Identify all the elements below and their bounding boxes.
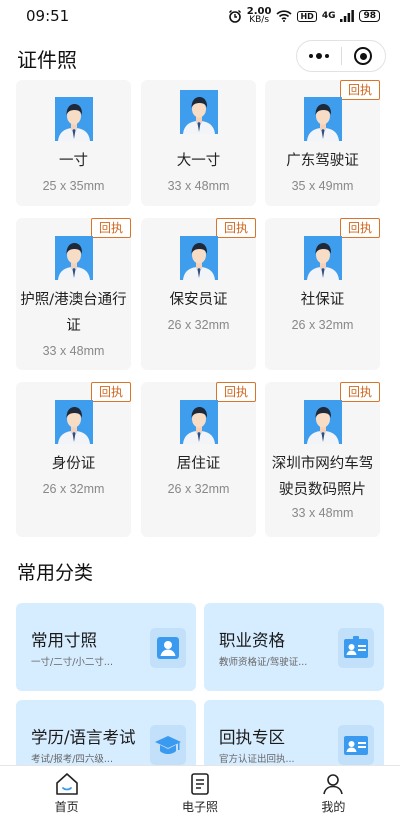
user-icon	[323, 774, 344, 795]
photo-name: 一寸	[59, 153, 88, 169]
document-icon	[191, 773, 209, 795]
receipt-badge: 回执	[340, 80, 380, 100]
category-subtitle: 官方认证出回执...	[219, 754, 295, 765]
photo-name-line1: 深圳市网约车驾	[271, 456, 374, 472]
portrait-thumbnail	[179, 236, 218, 280]
photo-name-line1: 护照/港澳台通行	[20, 292, 127, 308]
photo-name: 居住证	[176, 456, 221, 472]
close-target-icon	[354, 47, 373, 65]
alarm-icon	[228, 10, 241, 23]
status-time: 09:51	[26, 7, 70, 25]
receipt-badge: 回执	[340, 382, 380, 402]
id-card-icon	[338, 628, 374, 668]
photo-card[interactable]: 回执 深圳市网约车驾 驶员数码照片 33 x 48mm	[265, 382, 380, 537]
tab-mine[interactable]: 我的	[267, 766, 400, 820]
portrait-thumbnail	[179, 400, 218, 444]
wifi-icon	[276, 10, 293, 22]
signal-icon	[340, 10, 355, 22]
tab-bar: 首页 电子照 我的	[0, 765, 400, 820]
photo-size: 33 x 48mm	[291, 506, 354, 520]
portrait-thumbnail	[179, 90, 218, 134]
portrait-thumbnail	[303, 236, 342, 280]
photo-name: 身份证	[51, 456, 96, 472]
tab-label: 我的	[321, 800, 346, 814]
photo-card[interactable]: 回执 社保证 26 x 32mm	[265, 218, 380, 370]
tab-label: 首页	[54, 800, 79, 814]
photo-card[interactable]: 回执 保安员证 26 x 32mm	[141, 218, 256, 370]
photo-name: 保安员证	[169, 292, 228, 308]
more-dots-icon	[308, 53, 329, 59]
photo-size: 26 x 32mm	[291, 318, 354, 332]
photo-size: 35 x 49mm	[291, 179, 354, 193]
category-title: 常用寸照	[31, 631, 97, 650]
mini-program-capsule	[296, 40, 386, 72]
category-subtitle: 一寸/二寸/小二寸...	[31, 657, 113, 668]
network-speed: 2.00 KB/s	[246, 6, 272, 25]
home-icon	[55, 773, 78, 795]
photo-size: 26 x 32mm	[42, 482, 105, 496]
category-subtitle: 考试/报考/四六级...	[31, 754, 113, 765]
category-subtitle: 教师资格证/驾驶证...	[219, 657, 308, 668]
photo-card[interactable]: 大一寸 33 x 48mm	[141, 80, 256, 206]
receipt-badge: 回执	[216, 382, 256, 402]
category-tile[interactable]: 常用寸照 一寸/二寸/小二寸...	[16, 603, 196, 691]
battery-indicator: 98	[359, 10, 380, 22]
portrait-thumbnail	[54, 400, 93, 444]
category-title: 学历/语言考试	[31, 728, 136, 747]
receipt-badge: 回执	[91, 382, 131, 402]
tab-label: 电子照	[181, 800, 218, 814]
photo-name: 社保证	[300, 292, 345, 308]
more-button[interactable]	[297, 41, 341, 71]
photo-size: 26 x 32mm	[167, 482, 230, 496]
receipt-badge: 回执	[91, 218, 131, 238]
photo-card[interactable]: 回执 广东驾驶证 35 x 49mm	[265, 80, 380, 206]
tab-e-photo[interactable]: 电子照	[133, 766, 266, 820]
portrait-icon	[150, 628, 186, 668]
tab-home[interactable]: 首页	[0, 766, 133, 820]
receipt-badge: 回执	[216, 218, 256, 238]
portrait-thumbnail	[303, 97, 342, 141]
section-title: 常用分类	[17, 562, 94, 584]
photo-size: 33 x 48mm	[167, 179, 230, 193]
photo-size: 33 x 48mm	[42, 344, 105, 358]
receipt-badge: 回执	[340, 218, 380, 238]
photo-name: 大一寸	[176, 153, 221, 169]
photo-card[interactable]: 回执 居住证 26 x 32mm	[141, 382, 256, 537]
page-title: 证件照	[17, 48, 77, 72]
photo-size: 25 x 35mm	[42, 179, 105, 193]
category-title: 职业资格	[219, 631, 285, 650]
photo-card[interactable]: 一寸 25 x 35mm	[16, 80, 131, 206]
status-icons: 2.00 KB/s HD 4G 98	[228, 7, 380, 25]
portrait-thumbnail	[54, 236, 93, 280]
category-title: 回执专区	[219, 728, 285, 747]
portrait-thumbnail	[54, 97, 93, 141]
photo-name: 广东驾驶证	[286, 153, 359, 169]
photo-name-line2: 证	[66, 318, 81, 334]
photo-card[interactable]: 回执 护照/港澳台通行 证 33 x 48mm	[16, 218, 131, 370]
category-tile[interactable]: 职业资格 教师资格证/驾驶证...	[204, 603, 384, 691]
photo-size: 26 x 32mm	[167, 318, 230, 332]
close-button[interactable]	[342, 41, 386, 71]
status-bar: 09:51 2.00 KB/s HD 4G 98	[0, 0, 400, 32]
signal-label: 4G	[321, 11, 336, 21]
photo-card[interactable]: 回执 身份证 26 x 32mm	[16, 382, 131, 537]
graduation-cap-icon	[150, 725, 186, 765]
portrait-thumbnail	[303, 400, 342, 444]
hd-badge: HD	[297, 10, 317, 22]
id-card-icon	[338, 725, 374, 765]
title-bar: 证件照	[0, 38, 400, 78]
photo-name-line2: 驶员数码照片	[279, 482, 366, 498]
